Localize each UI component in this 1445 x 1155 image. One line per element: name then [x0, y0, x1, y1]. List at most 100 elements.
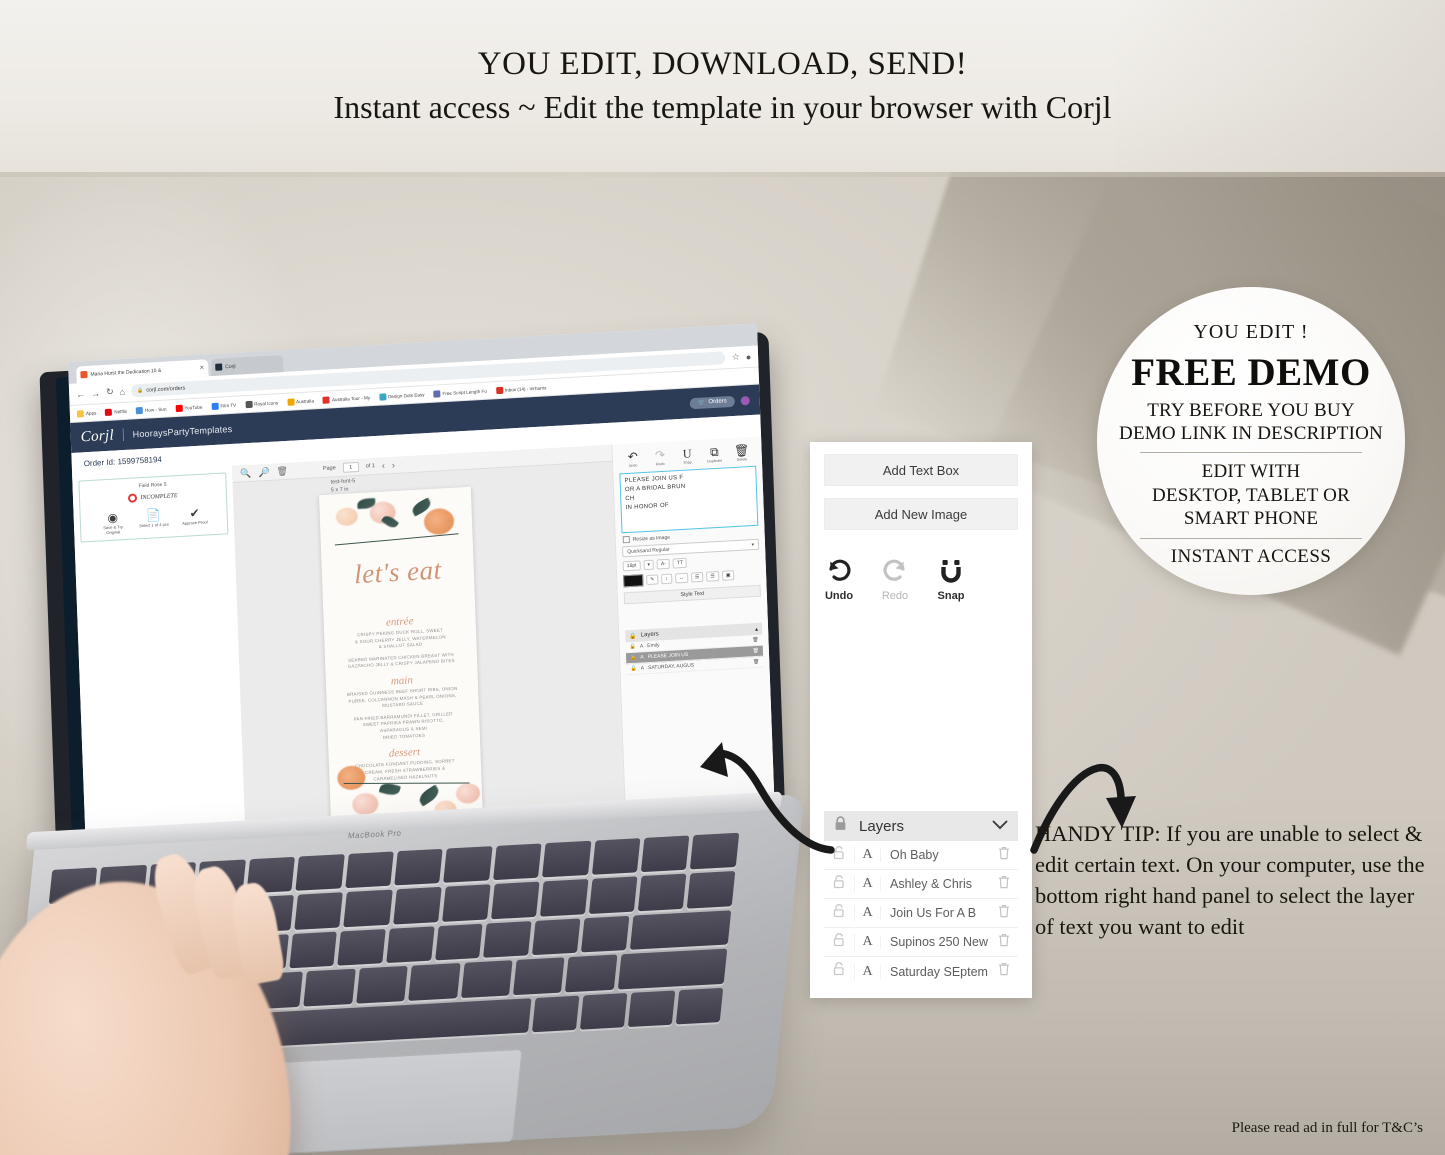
font-size-input[interactable]: 16pt	[622, 560, 641, 572]
lock-icon[interactable]: 🔓	[630, 655, 636, 661]
menu-section-items: BRAISED GUINNESS BEEF SHORT RIBS, ONION …	[346, 685, 458, 740]
redo-button[interactable]: ↷ Redo	[648, 447, 673, 467]
eyedropper-icon[interactable]: ✎	[646, 574, 659, 586]
add-new-image-button[interactable]: Add New Image	[824, 498, 1018, 530]
bookmark-item[interactable]: How - Sun	[135, 405, 167, 414]
design-title: let's eat	[353, 554, 443, 590]
order-id-text: Order Id: 1599758194	[83, 454, 163, 468]
trash-icon[interactable]	[990, 875, 1018, 894]
layer-name: Oh Baby	[880, 848, 990, 862]
page-number-input[interactable]: 1	[342, 461, 359, 473]
select-pages-button[interactable]: 📄 Select 1 of 4 pcs	[138, 508, 169, 534]
layer-row[interactable]: A Supinos 250 New	[824, 928, 1018, 957]
duplicate-button[interactable]: ⧉ Duplicate	[702, 445, 727, 464]
lock-icon[interactable]: 🔓	[630, 666, 636, 672]
trash-icon[interactable]: 🗑	[276, 465, 288, 477]
text-layer-icon: A	[854, 876, 880, 892]
undo-icon	[824, 556, 854, 586]
redo-icon	[880, 556, 910, 586]
terms-footnote: Please read ad in full for T&C’s	[1231, 1120, 1423, 1136]
increase-size-icon[interactable]: TT	[672, 557, 688, 569]
undo-button[interactable]: ↶ Undo	[621, 449, 646, 468]
style-text-button[interactable]: Style Text	[623, 584, 761, 605]
forward-arrow-icon[interactable]: →	[91, 388, 100, 398]
text-color-swatch[interactable]	[623, 574, 644, 588]
chevron-up-icon[interactable]: ▴	[755, 625, 758, 632]
text-layer-icon: A	[854, 905, 880, 921]
zoom-in-icon[interactable]: 🔍	[240, 467, 252, 479]
bookmark-item[interactable]: Apps	[76, 409, 97, 418]
thumbnail-actions: ◉ Save & Try Original 📄 Select 1 of 4 pc…	[98, 506, 211, 535]
bookmark-item[interactable]: Netflix	[105, 407, 127, 416]
corjl-logo: Corjl	[80, 427, 115, 445]
trash-icon[interactable]	[990, 933, 1018, 952]
align-center-icon[interactable]: ☰	[706, 571, 720, 582]
back-arrow-icon[interactable]: ←	[76, 389, 85, 399]
header-subheadline: Instant access ~ Edit the template in yo…	[333, 89, 1112, 125]
zoom-out-icon[interactable]: 🔎	[258, 466, 270, 478]
chevron-down-icon[interactable]	[992, 818, 1008, 834]
snap-button[interactable]: Snap	[936, 556, 966, 602]
decrease-size-icon[interactable]: A-	[656, 558, 671, 570]
bookmark-item[interactable]: Design Dots Easy	[378, 391, 425, 401]
star-icon[interactable]: ☆	[731, 351, 739, 362]
add-text-box-button[interactable]: Add Text Box	[824, 454, 1018, 486]
save-original-button[interactable]: ◉ Save & Try Original	[98, 510, 129, 536]
unlock-icon[interactable]	[824, 845, 854, 865]
berry-decoration	[423, 507, 455, 536]
orders-button[interactable]: 🛒 Orders	[689, 395, 735, 409]
unlock-icon[interactable]	[824, 874, 854, 894]
trash-icon[interactable]: 🗑	[752, 648, 759, 654]
design-thumbnail-card[interactable]: Field Rose 5 INCOMPLETE ◉ Save & Try Ori…	[78, 472, 229, 543]
snap-button[interactable]: U Snap	[675, 446, 700, 465]
bookmark-item[interactable]: Australia Tour - My	[322, 394, 370, 404]
next-page-icon[interactable]: ›	[392, 460, 395, 470]
layer-row[interactable]: A Oh Baby	[824, 841, 1018, 870]
bookmark-item[interactable]: Royal Icons	[245, 399, 278, 408]
layers-header[interactable]: Layers	[824, 811, 1018, 841]
design-menu-content: entrée CRISPY PEKING DUCK ROLL, SWEET & …	[323, 605, 481, 786]
redo-button[interactable]: Redo	[880, 556, 910, 602]
chevron-down-icon[interactable]: ▾	[643, 559, 655, 571]
redo-icon: ↷	[654, 447, 666, 463]
bookmark-item[interactable]: Free Script Length Fo	[433, 387, 487, 398]
thumbnail-title: Field Rose 5	[138, 481, 167, 490]
text-layer-icon: A	[640, 665, 645, 672]
bookmark-item[interactable]: Inbox (14) - mrharris	[495, 384, 547, 394]
letter-spacing-icon[interactable]: ↔	[674, 572, 689, 584]
prev-page-icon[interactable]: ‹	[382, 460, 385, 470]
layer-row[interactable]: A Join Us For A B	[824, 899, 1018, 928]
layer-name: Saturday SEptem	[880, 964, 990, 979]
unlock-icon[interactable]	[824, 903, 854, 923]
approve-proof-button[interactable]: ✔ Approve Proof	[179, 506, 210, 531]
layer-row[interactable]: A Ashley & Chris	[824, 870, 1018, 899]
trash-icon[interactable]	[990, 904, 1018, 923]
undo-button[interactable]: Undo	[824, 556, 854, 602]
reload-icon[interactable]: ↻	[106, 387, 114, 398]
bookmark-item[interactable]: Australia	[286, 397, 314, 406]
align-left-icon[interactable]: ☰	[690, 571, 704, 583]
unlock-icon[interactable]	[824, 962, 854, 981]
tools-panel-top: Add Text Box Add New Image	[810, 442, 1032, 530]
trash-icon[interactable]	[990, 962, 1018, 981]
bookmark-item[interactable]: Film TV	[211, 401, 236, 410]
close-icon[interactable]: ✕	[199, 364, 204, 371]
trash-icon[interactable]	[990, 846, 1018, 865]
line-height-icon[interactable]: ↕	[661, 573, 673, 585]
screen-layer-name: SATURDAY, AUGUS	[647, 662, 695, 672]
bookmark-item[interactable]: YouTube	[175, 403, 203, 412]
layer-name: Supinos 250 New	[880, 935, 990, 949]
text-content-textarea[interactable]: PLEASE JOIN US F OR A BRIDAL BRUN CH IN …	[619, 465, 759, 534]
profile-icon[interactable]: ●	[746, 351, 752, 361]
lock-icon[interactable]: 🔓	[630, 644, 636, 650]
avatar[interactable]	[740, 395, 750, 406]
text-box-icon[interactable]: ▣	[721, 570, 735, 581]
layer-row[interactable]: A Saturday SEptem	[824, 957, 1018, 986]
home-icon[interactable]: ⌂	[119, 386, 125, 396]
design-card[interactable]: let's eat entrée CRISPY PEKING DUCK ROLL…	[319, 486, 484, 836]
floral-decoration	[335, 507, 359, 527]
unlock-icon[interactable]	[824, 932, 854, 952]
trash-icon[interactable]: 🗑	[752, 637, 759, 643]
trash-icon[interactable]: 🗑	[753, 659, 760, 665]
delete-button[interactable]: 🗑 Delete	[729, 443, 754, 462]
